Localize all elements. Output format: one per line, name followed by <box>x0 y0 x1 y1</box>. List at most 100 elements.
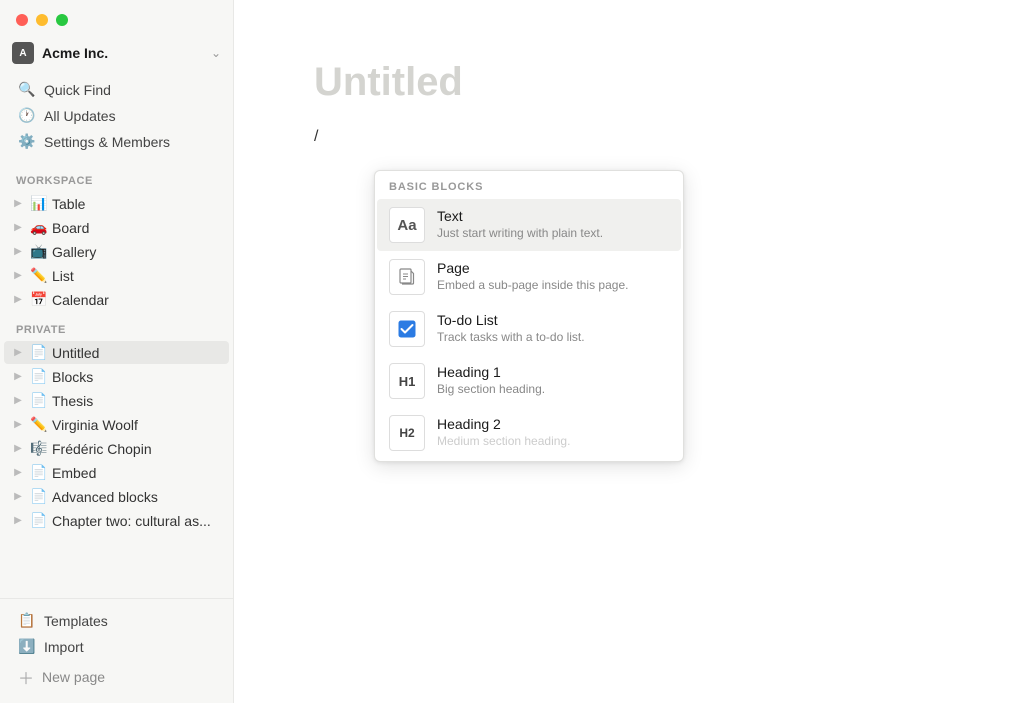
dropdown-item-text-content: Text Just start writing with plain text. <box>437 208 669 242</box>
tree-item-label-chapter-two: Chapter two: cultural as... <box>52 513 221 529</box>
tree-item-label-blocks: Blocks <box>52 369 221 385</box>
import-icon: ⬇️ <box>18 638 36 655</box>
chevron-icon: ▶ <box>10 441 26 457</box>
page-icon: 📄 <box>30 488 48 505</box>
dropdown-item-h2-content: Heading 2 Medium section heading. <box>437 416 669 450</box>
tree-item-label-virginia-woolf: Virginia Woolf <box>52 417 221 433</box>
main-editor: Untitled / BASIC BLOCKS Aa Text Just sta… <box>234 0 1024 703</box>
page-icon: 📄 <box>30 368 48 385</box>
nav-label-quick-find: Quick Find <box>44 82 111 98</box>
tree-item-label-advanced-blocks: Advanced blocks <box>52 489 221 505</box>
sidebar-item-frederic-chopin[interactable]: ▶ 🎼 Frédéric Chopin <box>4 437 229 460</box>
chevron-icon: ▶ <box>10 393 26 409</box>
dropdown-item-text[interactable]: Aa Text Just start writing with plain te… <box>377 199 681 251</box>
workspace-pages: ▶ 📊 Table ▶ 🚗 Board ▶ 📺 Gallery ▶ ✏️ Lis… <box>0 191 233 312</box>
dropdown-section-label: BASIC BLOCKS <box>375 171 683 199</box>
text-block-icon: Aa <box>389 207 425 243</box>
nav-item-settings[interactable]: ⚙️ Settings & Members <box>6 129 227 154</box>
new-page-button[interactable]: ＋ New page <box>6 660 227 694</box>
sidebar-item-virginia-woolf[interactable]: ▶ ✏️ Virginia Woolf <box>4 413 229 436</box>
chevron-icon: ▶ <box>10 465 26 481</box>
sidebar-item-blocks[interactable]: ▶ 📄 Blocks <box>4 365 229 388</box>
dropdown-item-title-h1: Heading 1 <box>437 364 669 380</box>
nav-label-templates: Templates <box>44 613 108 629</box>
chevron-icon: ▶ <box>10 489 26 505</box>
sidebar-item-gallery[interactable]: ▶ 📺 Gallery <box>4 240 229 263</box>
nav-item-all-updates[interactable]: 🕐 All Updates <box>6 103 227 128</box>
dropdown-item-page[interactable]: Page Embed a sub-page inside this page. <box>377 251 681 303</box>
workspace-icon: A <box>12 42 34 64</box>
traffic-light-green[interactable] <box>56 14 68 26</box>
sidebar-bottom: 📋 Templates ⬇️ Import ＋ New page <box>0 598 233 703</box>
tree-item-label-thesis: Thesis <box>52 393 221 409</box>
h2-block-icon: H2 <box>389 415 425 451</box>
checkbox-block-icon <box>389 311 425 347</box>
sidebar-item-thesis[interactable]: ▶ 📄 Thesis <box>4 389 229 412</box>
chevron-icon: ▶ <box>10 244 26 260</box>
calendar-icon: 📅 <box>30 291 48 308</box>
traffic-light-red[interactable] <box>16 14 28 26</box>
board-icon: 🚗 <box>30 219 48 236</box>
dropdown-item-desc-text: Just start writing with plain text. <box>437 226 669 242</box>
page-icon: 📄 <box>30 344 48 361</box>
tree-item-label-gallery: Gallery <box>52 244 221 260</box>
private-section-label: PRIVATE <box>0 312 233 340</box>
page-icon: 📄 <box>30 392 48 409</box>
tree-item-label-untitled: Untitled <box>52 345 221 361</box>
chevron-icon: ▶ <box>10 196 26 212</box>
dropdown-item-title-page: Page <box>437 260 669 276</box>
workspace-name: Acme Inc. <box>42 45 203 61</box>
chevron-icon: ▶ <box>10 268 26 284</box>
dropdown-item-desc-h1: Big section heading. <box>437 382 669 398</box>
dropdown-item-h1-content: Heading 1 Big section heading. <box>437 364 669 398</box>
tree-item-label-board: Board <box>52 220 221 236</box>
sidebar-item-list[interactable]: ▶ ✏️ List <box>4 264 229 287</box>
dropdown-item-h1[interactable]: H1 Heading 1 Big section heading. <box>377 355 681 407</box>
sidebar-item-table[interactable]: ▶ 📊 Table <box>4 192 229 215</box>
page-block-icon <box>389 259 425 295</box>
page-icon: 📄 <box>30 464 48 481</box>
sidebar-item-embed[interactable]: ▶ 📄 Embed <box>4 461 229 484</box>
dropdown-item-desc-h2: Medium section heading. <box>437 434 669 450</box>
chevron-icon: ▶ <box>10 292 26 308</box>
plus-icon: ＋ <box>18 665 34 689</box>
private-pages: ▶ 📄 Untitled ▶ 📄 Blocks ▶ 📄 Thesis ▶ ✏️ … <box>0 340 233 533</box>
pencil-icon: ✏️ <box>30 416 48 433</box>
dropdown-item-title-h2: Heading 2 <box>437 416 669 432</box>
tree-item-label-table: Table <box>52 196 221 212</box>
sidebar-item-untitled[interactable]: ▶ 📄 Untitled <box>4 341 229 364</box>
search-icon: 🔍 <box>18 81 36 98</box>
workspace-chevron-icon: ⌄ <box>211 46 221 60</box>
slash-input[interactable]: / <box>314 125 944 149</box>
dropdown-item-todo-content: To-do List Track tasks with a to-do list… <box>437 312 669 346</box>
new-page-label: New page <box>42 669 105 685</box>
dropdown-item-desc-todo: Track tasks with a to-do list. <box>437 330 669 346</box>
page-title-placeholder: Untitled <box>314 60 944 105</box>
chevron-icon: ▶ <box>10 220 26 236</box>
page-icon: 📄 <box>30 512 48 529</box>
nav-label-settings: Settings & Members <box>44 134 170 150</box>
dropdown-item-page-content: Page Embed a sub-page inside this page. <box>437 260 669 294</box>
h1-block-icon: H1 <box>389 363 425 399</box>
dropdown-item-title-text: Text <box>437 208 669 224</box>
sidebar-item-calendar[interactable]: ▶ 📅 Calendar <box>4 288 229 311</box>
traffic-lights <box>0 0 233 36</box>
nav-label-all-updates: All Updates <box>44 108 116 124</box>
dropdown-item-h2[interactable]: H2 Heading 2 Medium section heading. <box>377 407 681 461</box>
sidebar-item-board[interactable]: ▶ 🚗 Board <box>4 216 229 239</box>
nav-item-quick-find[interactable]: 🔍 Quick Find <box>6 77 227 102</box>
sidebar-item-advanced-blocks[interactable]: ▶ 📄 Advanced blocks <box>4 485 229 508</box>
nav-item-templates[interactable]: 📋 Templates <box>6 608 227 633</box>
sidebar-item-chapter-two[interactable]: ▶ 📄 Chapter two: cultural as... <box>4 509 229 532</box>
templates-icon: 📋 <box>18 612 36 629</box>
editor-area[interactable]: Untitled / BASIC BLOCKS Aa Text Just sta… <box>234 0 1024 703</box>
workspace-header[interactable]: A Acme Inc. ⌄ <box>0 36 233 74</box>
traffic-light-yellow[interactable] <box>36 14 48 26</box>
chevron-icon: ▶ <box>10 345 26 361</box>
music-icon: 🎼 <box>30 440 48 457</box>
nav-label-import: Import <box>44 639 84 655</box>
gear-icon: ⚙️ <box>18 133 36 150</box>
dropdown-item-todo[interactable]: To-do List Track tasks with a to-do list… <box>377 303 681 355</box>
chevron-icon: ▶ <box>10 417 26 433</box>
nav-item-import[interactable]: ⬇️ Import <box>6 634 227 659</box>
